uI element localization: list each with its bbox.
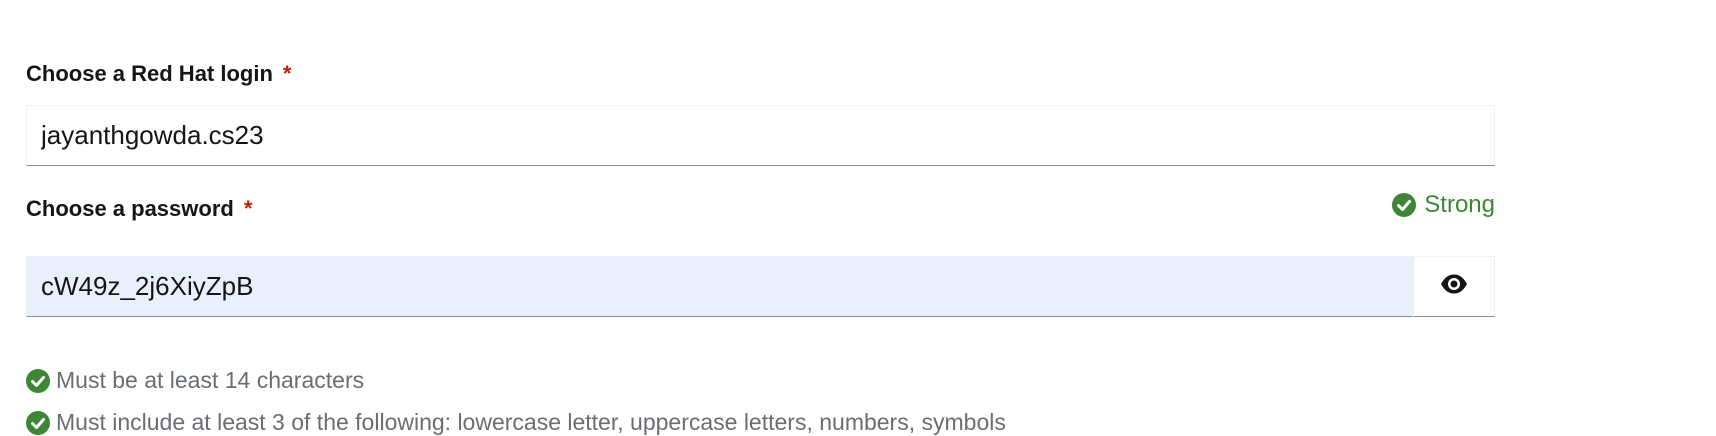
login-input[interactable] <box>26 105 1495 166</box>
password-input[interactable] <box>26 256 1413 317</box>
check-circle-icon <box>26 368 50 393</box>
password-label-row: Choose a password * Strong <box>26 190 1495 221</box>
required-asterisk: * <box>243 196 253 221</box>
toggle-password-visibility-button[interactable] <box>1413 256 1495 317</box>
login-label-row: Choose a Red Hat login * <box>26 59 1495 89</box>
password-label: Choose a password * <box>26 194 252 224</box>
check-circle-icon <box>1392 193 1417 217</box>
password-requirement: Must be at least 14 characters <box>26 367 364 394</box>
check-circle-icon <box>26 410 50 435</box>
password-strength-label: Strong <box>1424 191 1495 218</box>
login-label-text: Choose a Red Hat login <box>26 61 273 86</box>
requirement-text: Must be at least 14 characters <box>56 367 365 393</box>
password-requirement: Must include at least 3 of the following… <box>26 409 1006 436</box>
password-label-text: Choose a password <box>26 196 234 221</box>
requirement-text: Must include at least 3 of the following… <box>56 409 1006 435</box>
login-label: Choose a Red Hat login * <box>26 59 291 89</box>
eye-icon <box>1440 274 1468 299</box>
required-asterisk: * <box>282 61 292 86</box>
password-strength-indicator: Strong <box>1392 190 1495 220</box>
